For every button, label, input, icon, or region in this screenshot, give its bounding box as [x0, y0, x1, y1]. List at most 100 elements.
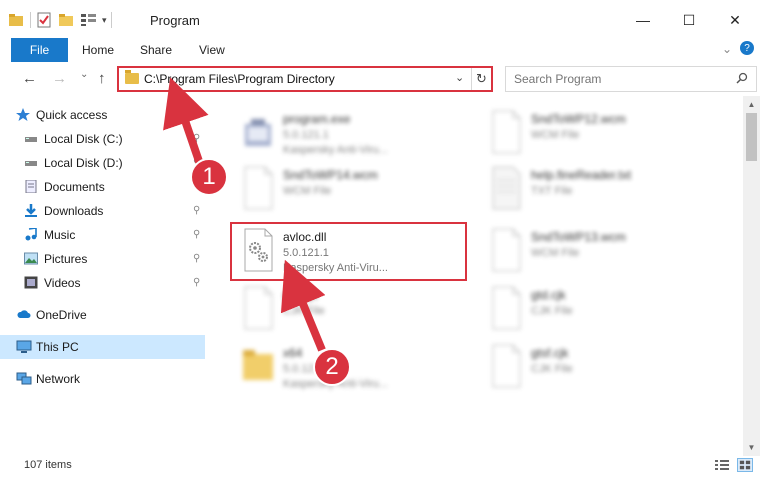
- file-company: Kaspersky Anti-Viru...: [283, 262, 388, 274]
- sidebar-item-pictures[interactable]: Pictures ⚲: [0, 247, 205, 271]
- file-type: 5.0.121.1: [283, 129, 329, 141]
- file-name: SndToWP12.wcm: [531, 112, 626, 126]
- pin-icon: ⚲: [193, 229, 201, 240]
- search-icon[interactable]: [736, 72, 748, 84]
- file-icon: [489, 286, 523, 330]
- up-button[interactable]: ↑: [98, 70, 106, 87]
- step-1-badge: 1: [190, 158, 228, 196]
- file-icon: [241, 110, 275, 154]
- vertical-scrollbar[interactable]: ▲ ▼: [743, 96, 760, 456]
- sidebar-item-label: This PC: [36, 340, 79, 354]
- tab-file[interactable]: File: [11, 38, 68, 62]
- file-name: gtd.cjk: [283, 288, 318, 302]
- file-type: WCM File: [531, 247, 580, 259]
- file-type: 5.0.121.1: [283, 247, 329, 259]
- separator: [110, 12, 112, 28]
- file-item[interactable]: SndToWP14.wcm WCM File: [233, 160, 469, 216]
- pin-icon: ⚲: [193, 253, 201, 264]
- navigation-pane: Quick access Local Disk (C:) ⚲ Local Disk (…: [0, 100, 205, 450]
- computer-icon: [16, 340, 32, 353]
- sidebar-item-music[interactable]: Music ⚲: [0, 223, 205, 247]
- file-type: CJK File: [283, 305, 325, 317]
- sidebar-item-label: Local Disk (D:): [44, 156, 123, 170]
- file-company: Kaspersky Anti-Viru...: [283, 144, 388, 156]
- sidebar-item-label: OneDrive: [36, 308, 87, 322]
- close-button[interactable]: ✕: [712, 6, 758, 34]
- file-name: SndToWP14.wcm: [283, 168, 378, 182]
- file-item[interactable]: gtd.cjk CJK File: [481, 280, 717, 336]
- sidebar-item-network[interactable]: Network: [0, 367, 205, 391]
- file-item[interactable]: avloc.dll 5.0.121.1 Kaspersky Anti-Viru...: [233, 222, 469, 278]
- back-button[interactable]: ←: [22, 70, 37, 87]
- file-item[interactable]: gtd.cjk CJK File: [233, 280, 469, 336]
- file-item[interactable]: SndToWP12.wcm WCM File: [481, 104, 717, 160]
- sidebar-item-local-disk-c[interactable]: Local Disk (C:) ⚲: [0, 127, 205, 151]
- sidebar-item-label: Videos: [44, 276, 81, 290]
- expand-ribbon-button[interactable]: ⌄: [722, 42, 732, 56]
- scroll-thumb[interactable]: [746, 113, 757, 161]
- file-item[interactable]: gtsf.cjk CJK File: [481, 338, 717, 394]
- tab-share[interactable]: Share: [140, 43, 172, 57]
- drive-icon: [24, 156, 38, 169]
- scroll-up-button[interactable]: ▲: [743, 96, 760, 113]
- file-item[interactable]: SndToWP13.wcm WCM File: [481, 222, 717, 278]
- star-icon: [16, 108, 30, 121]
- file-type: CJK File: [531, 363, 573, 375]
- tab-view[interactable]: View: [199, 43, 225, 57]
- file-name: gtsf.cjk: [531, 346, 569, 360]
- help-button[interactable]: ?: [740, 41, 754, 55]
- file-icon: [489, 344, 523, 388]
- drive-icon: [24, 132, 38, 145]
- folder-icon: [241, 344, 275, 388]
- chevron-down-icon[interactable]: ⌄: [455, 71, 464, 84]
- status-bar: 107 items: [0, 456, 769, 476]
- recent-locations-button[interactable]: ⌄: [80, 69, 88, 80]
- minimize-button[interactable]: —: [620, 6, 666, 34]
- sidebar-item-label: Local Disk (C:): [44, 132, 123, 146]
- file-name: x64: [283, 346, 303, 360]
- download-icon: [24, 204, 38, 217]
- scroll-down-button[interactable]: ▼: [743, 439, 760, 456]
- pin-icon: ⚲: [193, 205, 201, 216]
- search-box[interactable]: [505, 66, 757, 92]
- window-title: Program: [150, 13, 200, 28]
- address-path[interactable]: C:\Program Files\Program Directory: [144, 72, 335, 86]
- dll-file-icon: [241, 228, 275, 272]
- search-input[interactable]: [514, 68, 734, 90]
- properties-icon[interactable]: [36, 12, 52, 28]
- item-count: 107 items: [24, 459, 72, 471]
- sidebar-item-onedrive[interactable]: OneDrive: [0, 303, 205, 327]
- forward-button[interactable]: →: [52, 70, 67, 87]
- maximize-button[interactable]: ☐: [666, 6, 712, 34]
- sidebar-item-quick-access[interactable]: Quick access: [0, 103, 205, 127]
- file-name: SndToWP13.wcm: [531, 230, 626, 244]
- new-folder-icon[interactable]: [58, 13, 74, 27]
- sidebar-item-downloads[interactable]: Downloads ⚲: [0, 199, 205, 223]
- pictures-icon: [24, 252, 38, 265]
- file-icon: [241, 286, 275, 330]
- address-bar[interactable]: C:\Program Files\Program Directory ⌄ ↻: [117, 66, 493, 92]
- chevron-down-icon[interactable]: ▾: [102, 15, 107, 26]
- file-type: CJK File: [531, 305, 573, 317]
- details-view-icon[interactable]: [714, 458, 730, 472]
- sidebar-item-videos[interactable]: Videos ⚲: [0, 271, 205, 295]
- tab-home[interactable]: Home: [82, 43, 114, 57]
- sidebar-item-documents[interactable]: Documents⚲: [0, 175, 205, 199]
- title-bar: ▾ Program — ☐ ✕: [0, 0, 769, 38]
- folder-icon: [125, 70, 139, 84]
- sidebar-item-local-disk-d[interactable]: Local Disk (D:)⚲: [0, 151, 205, 175]
- quick-access-toolbar: ▾: [8, 10, 112, 30]
- file-item[interactable]: help.fineReader.txt TXT File: [481, 160, 717, 216]
- layout-icon[interactable]: [80, 13, 98, 27]
- sidebar-item-label: Downloads: [44, 204, 104, 218]
- refresh-button[interactable]: ↻: [471, 68, 491, 90]
- sidebar-item-label: Network: [36, 372, 81, 386]
- folder-icon[interactable]: [8, 13, 24, 27]
- file-type: WCM File: [531, 129, 580, 141]
- file-item[interactable]: program.exe 5.0.121.1 Kaspersky Anti-Viru.…: [233, 104, 469, 160]
- videos-icon: [24, 276, 38, 289]
- file-item[interactable]: x64 5.0.121.1 Kaspersky Anti-Viru...: [233, 338, 469, 394]
- ribbon: File Home Share View ⌄ ?: [0, 38, 769, 62]
- tiles-view-icon[interactable]: [737, 458, 753, 472]
- sidebar-item-this-pc[interactable]: This PC: [0, 335, 205, 359]
